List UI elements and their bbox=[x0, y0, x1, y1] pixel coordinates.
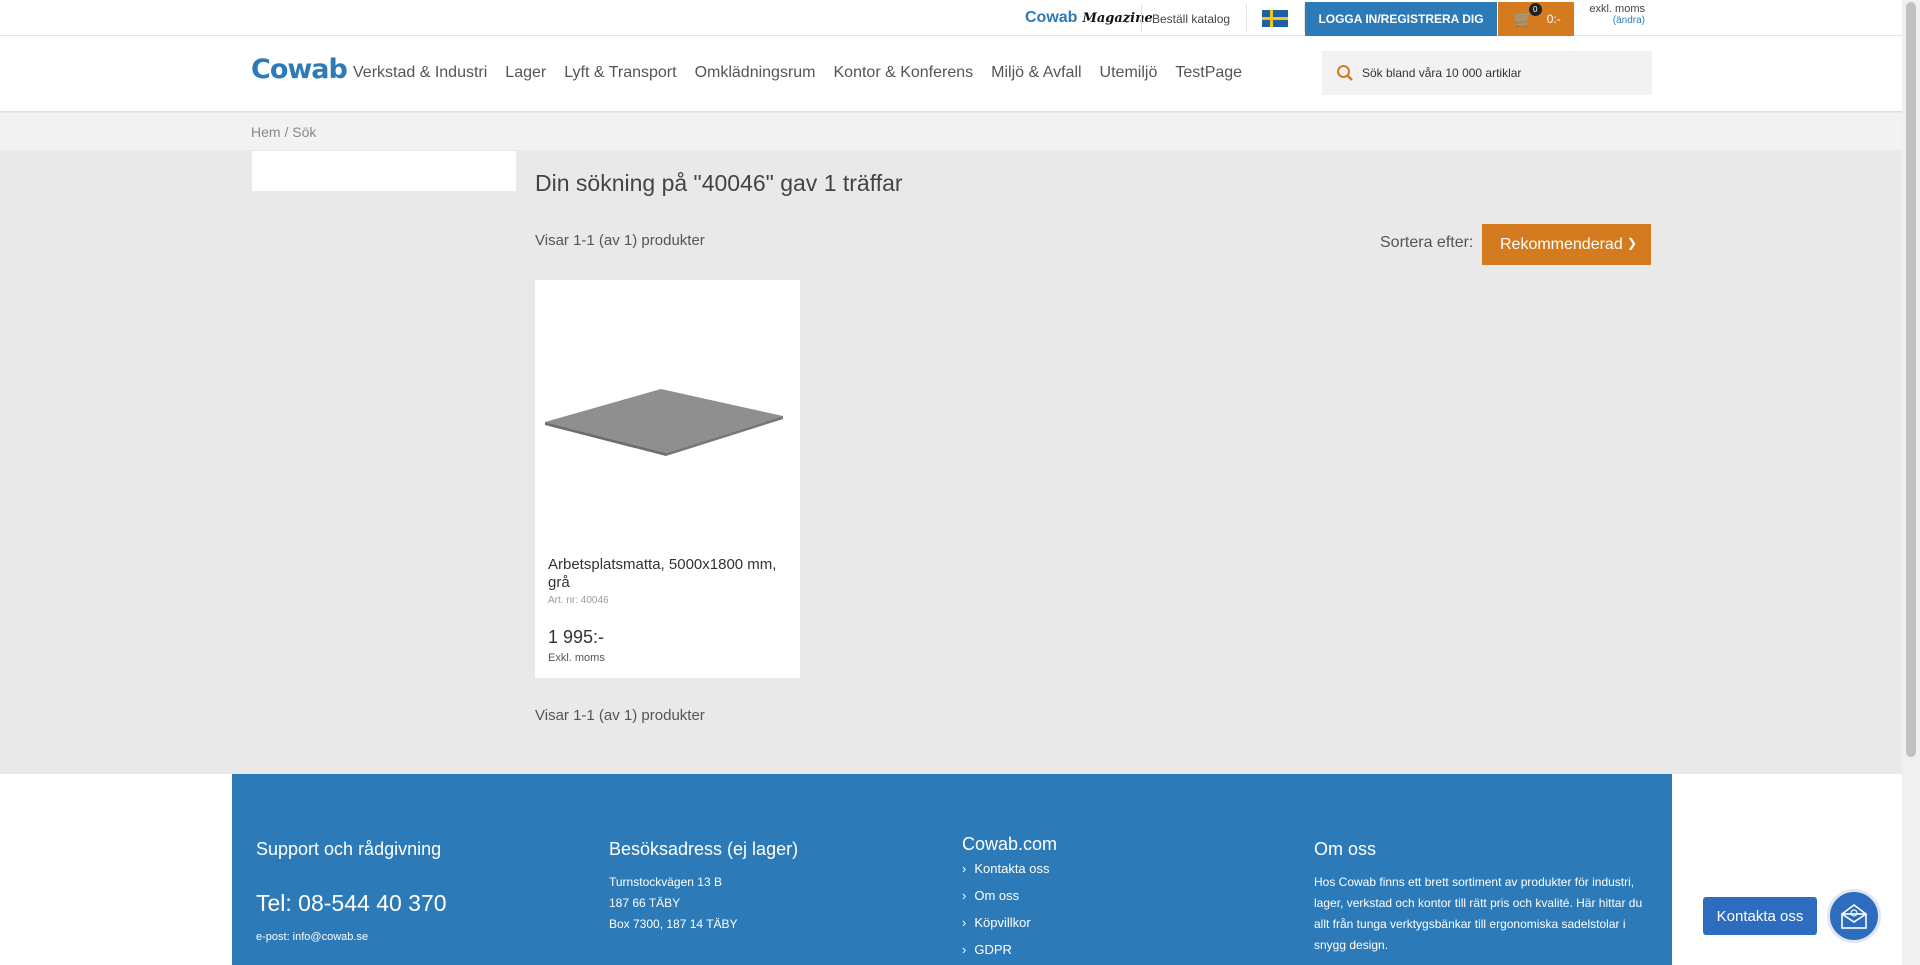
footer-links: Cowab.com › Kontakta oss › Om oss › Köpvill… bbox=[962, 833, 1262, 963]
chevron-right-icon: › bbox=[962, 915, 967, 930]
top-utility-bar: Cowab Magazine Beställ katalog LOGGA IN/R… bbox=[0, 0, 1902, 36]
product-card[interactable]: Arbetsplatsmatta, 5000x1800 mm, grå Art.… bbox=[535, 280, 800, 678]
footer-about-text: Hos Cowab finns ett brett sortiment av p… bbox=[1314, 875, 1643, 952]
nav-item-testpage[interactable]: TestPage bbox=[1175, 64, 1242, 82]
cart-total: 0:- bbox=[1546, 12, 1561, 26]
footer-phone[interactable]: Tel: 08-544 40 370 bbox=[256, 890, 576, 917]
cowab-magazine-link[interactable]: Cowab Magazine bbox=[1025, 9, 1153, 27]
magazine-logo-text: Cowab bbox=[1025, 9, 1078, 26]
product-vat-note: Exkl. moms bbox=[548, 652, 605, 664]
sweden-flag-icon[interactable] bbox=[1262, 10, 1288, 27]
footer-address-line3: Box 7300, 187 14 TÄBY bbox=[609, 917, 738, 931]
contact-mail-button[interactable] bbox=[1827, 889, 1881, 943]
chevron-right-icon: › bbox=[962, 888, 967, 903]
footer-support: Support och rådgivning Tel: 08-544 40 37… bbox=[256, 839, 576, 948]
nav-item-utemiljo[interactable]: Utemiljö bbox=[1100, 64, 1158, 82]
product-image[interactable] bbox=[543, 368, 793, 488]
footer-about: Om oss Hos Cowab finns ett brett sortime… bbox=[1314, 839, 1654, 956]
nav-item-lager[interactable]: Lager bbox=[505, 64, 546, 82]
sort-dropdown[interactable]: Rekommenderad ❯ bbox=[1482, 224, 1651, 265]
chevron-right-icon: › bbox=[962, 861, 967, 876]
nav-item-verkstad[interactable]: Verkstad & Industri bbox=[353, 64, 487, 82]
product-price: 1 995:- bbox=[548, 627, 605, 647]
footer-link-gdpr[interactable]: › GDPR bbox=[962, 936, 1262, 963]
sort-label: Sortera efter: bbox=[1380, 234, 1474, 251]
footer-address-line1: Turnstockvägen 13 B bbox=[609, 875, 722, 889]
main-header: Cowab Verkstad & Industri Lager Lyft & T… bbox=[0, 36, 1902, 112]
product-art-nr: Art. nr: 40046 bbox=[548, 595, 609, 606]
footer-link-about[interactable]: › Om oss bbox=[962, 882, 1262, 909]
search-input[interactable] bbox=[1362, 66, 1642, 80]
divider bbox=[1246, 4, 1247, 32]
page-scrollbar[interactable] bbox=[1902, 0, 1920, 965]
product-name[interactable]: Arbetsplatsmatta, 5000x1800 mm, grå bbox=[548, 556, 793, 592]
login-register-button[interactable]: LOGGA IN/REGISTRERA DIG bbox=[1305, 2, 1497, 36]
cowab-logo[interactable]: Cowab bbox=[251, 54, 348, 85]
vat-change-link[interactable]: (ändra) bbox=[1585, 15, 1645, 26]
footer-link-terms[interactable]: › Köpvillkor bbox=[962, 909, 1262, 936]
sort-value: Rekommenderad bbox=[1500, 235, 1623, 253]
footer-address: Besöksadress (ej lager) Turnstockvägen 1… bbox=[609, 839, 929, 935]
order-catalog-link[interactable]: Beställ katalog bbox=[1152, 12, 1230, 26]
cart-button[interactable]: 🛒 0 0:- bbox=[1498, 2, 1574, 36]
mail-icon bbox=[1841, 904, 1867, 929]
main-nav: Verkstad & Industri Lager Lyft & Transpo… bbox=[353, 64, 1242, 82]
footer-links-heading: Cowab.com bbox=[962, 834, 1058, 854]
footer-link-contact[interactable]: › Kontakta oss bbox=[962, 855, 1262, 882]
page-title: Din sökning på "40046" gav 1 träffar bbox=[535, 170, 903, 196]
scroll-thumb[interactable] bbox=[1906, 2, 1916, 757]
nav-item-miljo[interactable]: Miljö & Avfall bbox=[991, 64, 1081, 82]
cart-count-badge: 0 bbox=[1528, 3, 1542, 16]
filter-sidebar bbox=[252, 151, 516, 191]
footer-address-line2: 187 66 TÄBY bbox=[609, 896, 681, 910]
result-count-top: Visar 1-1 (av 1) produkter bbox=[535, 232, 705, 249]
nav-item-omkladningsrum[interactable]: Omklädningsrum bbox=[695, 64, 816, 82]
footer-email[interactable]: e-post: info@cowab.se bbox=[256, 927, 576, 948]
contact-us-button[interactable]: Kontakta oss bbox=[1703, 897, 1817, 935]
result-count-bottom: Visar 1-1 (av 1) produkter bbox=[535, 707, 705, 724]
nav-item-kontor[interactable]: Kontor & Konferens bbox=[834, 64, 974, 82]
vat-mode-label: exkl. moms bbox=[1589, 3, 1645, 15]
chevron-down-icon: ❯ bbox=[1626, 236, 1637, 250]
search-box[interactable] bbox=[1322, 51, 1652, 95]
magazine-word: Magazine bbox=[1082, 11, 1153, 26]
cart-icon: 🛒 0 bbox=[1514, 3, 1542, 28]
search-icon bbox=[1337, 65, 1353, 81]
footer: Support och rådgivning Tel: 08-544 40 37… bbox=[232, 774, 1672, 965]
footer-about-heading: Om oss bbox=[1314, 839, 1377, 859]
vat-toggle[interactable]: exkl. moms (ändra) bbox=[1585, 3, 1645, 26]
chevron-right-icon: › bbox=[962, 942, 967, 957]
breadcrumb[interactable]: Hem / Sök bbox=[251, 124, 316, 140]
footer-address-heading: Besöksadress (ej lager) bbox=[609, 839, 799, 859]
nav-item-lyft-transport[interactable]: Lyft & Transport bbox=[564, 64, 676, 82]
footer-support-heading: Support och rådgivning bbox=[256, 839, 442, 859]
breadcrumb-bar: Hem / Sök bbox=[0, 113, 1902, 150]
divider bbox=[1141, 4, 1142, 32]
